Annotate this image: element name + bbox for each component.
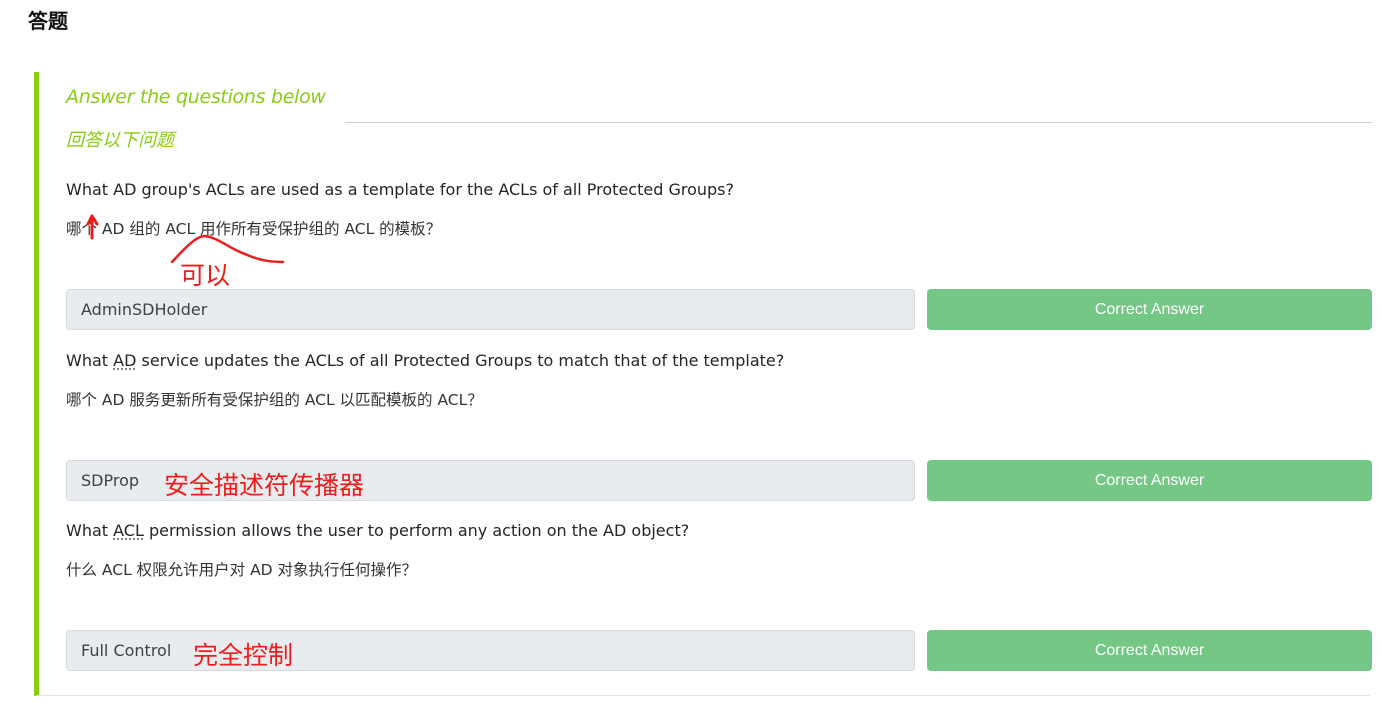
annotation-note-q2: 安全描述符传播器 <box>164 471 365 500</box>
annotation-note-q1: 可以 <box>180 261 231 290</box>
red-annotation-strokes <box>86 214 285 264</box>
insert-caret-mark <box>86 214 99 240</box>
annotation-note-q3: 完全控制 <box>193 641 294 670</box>
